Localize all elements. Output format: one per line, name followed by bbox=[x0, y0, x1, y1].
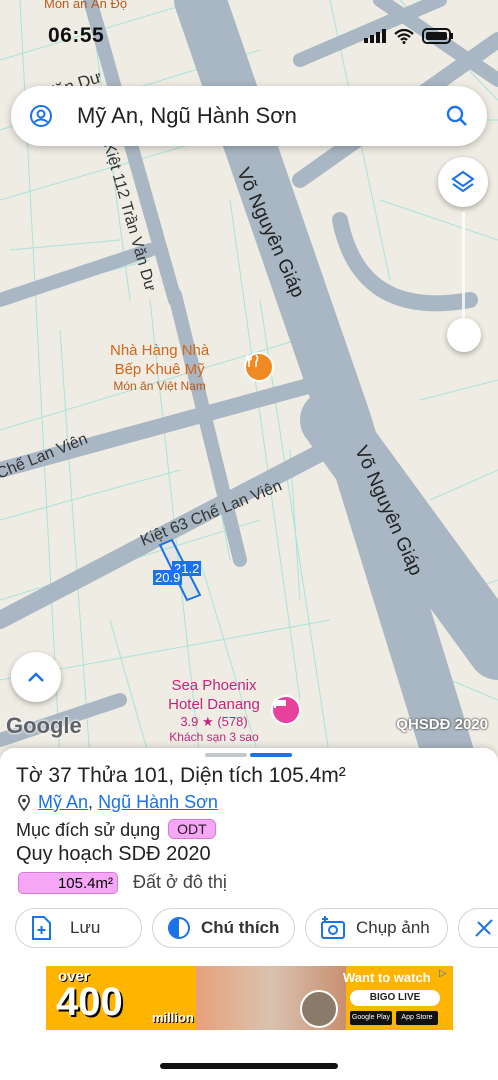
poi-hotel-rating: 3.9 bbox=[180, 714, 199, 729]
ad-app-store: App Store bbox=[396, 1011, 438, 1025]
account-icon[interactable] bbox=[29, 104, 53, 128]
ad-brand: BIGO LIVE bbox=[350, 990, 440, 1006]
ad-cta: Want to watch bbox=[343, 970, 431, 985]
legend-button-label: Chú thích bbox=[201, 918, 280, 937]
status-time: 06:55 bbox=[48, 24, 105, 47]
location-pin-icon bbox=[18, 794, 30, 811]
signal-icon bbox=[364, 29, 386, 43]
poi-hotel-name-2: Hotel Danang bbox=[168, 696, 260, 713]
poi-hotel-rating-row: 3.9 ★ (578) bbox=[154, 714, 274, 730]
file-add-icon bbox=[32, 916, 51, 940]
purpose-code-badge: ODT bbox=[168, 819, 216, 839]
poi-restaurant-category: Món ăn Việt Nam bbox=[113, 379, 206, 393]
parcel-title: Tờ 37 Thửa 101, Diện tích 105.4m² bbox=[16, 764, 346, 787]
wifi-icon bbox=[394, 28, 414, 44]
address-district-link[interactable]: Ngũ Hành Sơn bbox=[98, 792, 218, 812]
search-bar[interactable]: Mỹ An, Ngũ Hành Sơn bbox=[11, 86, 487, 146]
address-separator: , bbox=[88, 792, 94, 812]
chevron-up-icon bbox=[28, 672, 44, 682]
more-tools-button[interactable] bbox=[458, 908, 498, 948]
battery-icon bbox=[422, 28, 453, 44]
ruler-icon bbox=[475, 919, 493, 937]
poi-hotel-name-1: Sea Phoenix bbox=[171, 677, 257, 694]
purpose-row: Mục đích sử dụng ODT bbox=[16, 819, 216, 841]
address-ward-link[interactable]: Mỹ An bbox=[38, 792, 88, 812]
parcel-address: Mỹ An, Ngũ Hành Sơn bbox=[18, 792, 218, 813]
poi-hotel-reviews: (578) bbox=[217, 714, 248, 729]
expand-sheet-button[interactable] bbox=[11, 652, 61, 702]
opacity-slider-handle[interactable] bbox=[447, 318, 481, 352]
contrast-icon bbox=[168, 917, 190, 939]
ad-banner[interactable]: over 400 million users Want to watch BIG… bbox=[46, 966, 453, 1030]
poi-restaurant[interactable]: Nhà Hàng Nhà Bếp Khuê Mỹ Món ăn Việt Nam bbox=[110, 341, 209, 393]
home-indicator[interactable] bbox=[160, 1063, 338, 1069]
layers-button[interactable] bbox=[438, 157, 488, 207]
ad-avatar bbox=[300, 990, 338, 1028]
photo-button-label: Chụp ảnh bbox=[356, 918, 430, 937]
status-bar: 06:55 bbox=[0, 22, 498, 52]
restaurant-pin-icon[interactable] bbox=[244, 352, 274, 382]
opacity-slider-track[interactable] bbox=[462, 212, 465, 332]
ad-number: 400 bbox=[56, 980, 123, 1024]
save-button[interactable]: Lưu bbox=[15, 908, 142, 948]
status-icons bbox=[364, 28, 454, 44]
star-icon: ★ bbox=[202, 714, 214, 729]
photo-button[interactable]: Chụp ảnh bbox=[305, 908, 448, 948]
poi-hotel[interactable]: Sea Phoenix Hotel Danang 3.9 ★ (578) Khá… bbox=[154, 676, 274, 744]
ad-info-icon[interactable]: ▷ bbox=[439, 968, 451, 980]
save-button-label: Lưu bbox=[70, 918, 101, 937]
poi-top-category: Món ăn Ấn Độ bbox=[44, 0, 128, 11]
poi-restaurant-name-2: Bếp Khuê Mỹ bbox=[114, 361, 205, 378]
plan-title: Quy hoạch SDĐ 2020 bbox=[16, 843, 211, 865]
legend-button[interactable]: Chú thích bbox=[152, 908, 295, 948]
layer-label: QHSDĐ 2020 bbox=[396, 716, 488, 733]
poi-hotel-category: Khách sạn 3 sao bbox=[169, 730, 259, 744]
add-photo-icon bbox=[321, 916, 345, 939]
search-icon[interactable] bbox=[445, 104, 469, 128]
plan-area-description: Đất ở đô thị bbox=[133, 872, 227, 892]
hotel-pin-icon[interactable] bbox=[271, 695, 301, 725]
sheet-page-indicator bbox=[250, 753, 292, 757]
plan-area-badge: 105.4m² bbox=[18, 872, 118, 894]
search-input[interactable]: Mỹ An, Ngũ Hành Sơn bbox=[77, 103, 297, 129]
poi-restaurant-name-1: Nhà Hàng Nhà bbox=[110, 342, 210, 359]
layers-icon bbox=[451, 170, 475, 193]
purpose-label: Mục đích sử dụng bbox=[16, 820, 161, 840]
parcel-dimension-b: 20.9 bbox=[153, 570, 183, 585]
sheet-handle[interactable] bbox=[205, 753, 247, 757]
ad-google-play: Google Play bbox=[350, 1011, 392, 1025]
google-logo: Google bbox=[6, 713, 82, 738]
info-sheet[interactable]: Tờ 37 Thửa 101, Diện tích 105.4m² Mỹ An,… bbox=[0, 748, 498, 963]
